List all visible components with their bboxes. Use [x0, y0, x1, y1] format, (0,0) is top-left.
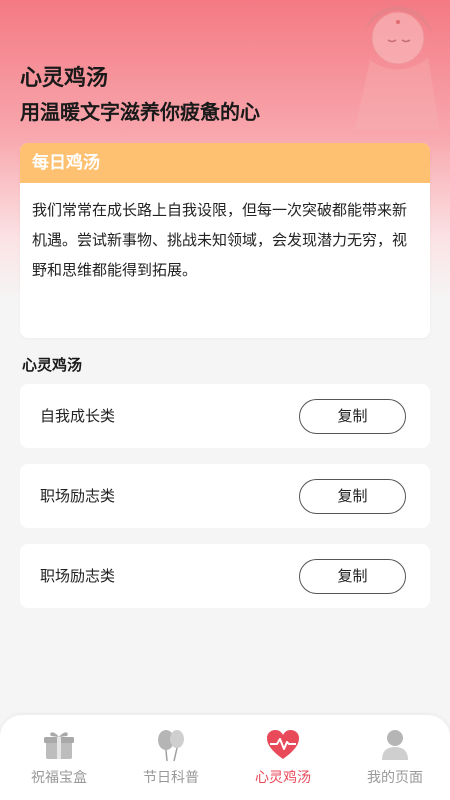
balloon-icon: [154, 728, 188, 762]
list-item-label: 自我成长类: [40, 407, 116, 425]
list-item: 职场励志类 复制: [20, 464, 430, 528]
list-item-label: 职场励志类: [40, 567, 116, 585]
tab-my-page[interactable]: 我的页面: [339, 715, 450, 800]
daily-quote-card: 每日鸡汤 我们常常在成长路上自我设限，但每一次突破都能带来新机遇。尝试新事物、挑…: [20, 143, 430, 338]
tab-gift-box[interactable]: 祝福宝盒: [3, 715, 115, 800]
page-title: 心灵鸡汤: [20, 66, 109, 91]
tab-festival-knowledge[interactable]: 节日科普: [115, 715, 227, 800]
tab-label: 节日科普: [143, 770, 199, 786]
gift-icon: [42, 728, 76, 762]
section-title: 心灵鸡汤: [22, 356, 83, 374]
daily-quote-text: 我们常常在成长路上自我设限，但每一次突破都能带来新机遇。尝试新事物、挑战未知领域…: [32, 201, 408, 279]
list-item-label: 职场励志类: [40, 487, 116, 505]
heartbeat-icon: [266, 728, 300, 762]
copy-button[interactable]: 复制: [299, 559, 406, 594]
page-subtitle: 用温暖文字滋养你疲惫的心: [20, 100, 260, 124]
daily-quote-heading: 每日鸡汤: [20, 143, 430, 183]
user-icon: [378, 728, 412, 762]
bottom-tab-bar: 祝福宝盒 节日科普 心灵鸡汤 我的页面: [0, 715, 450, 800]
list-item: 职场励志类 复制: [20, 544, 430, 608]
list-item: 自我成长类 复制: [20, 384, 430, 448]
tab-label: 我的页面: [367, 770, 423, 786]
tab-label: 心灵鸡汤: [255, 770, 311, 786]
copy-button[interactable]: 复制: [299, 399, 406, 434]
tab-label: 祝福宝盒: [31, 770, 87, 786]
header-illustration: [310, 0, 450, 130]
copy-button[interactable]: 复制: [299, 479, 406, 514]
tab-chicken-soup[interactable]: 心灵鸡汤: [227, 715, 339, 800]
